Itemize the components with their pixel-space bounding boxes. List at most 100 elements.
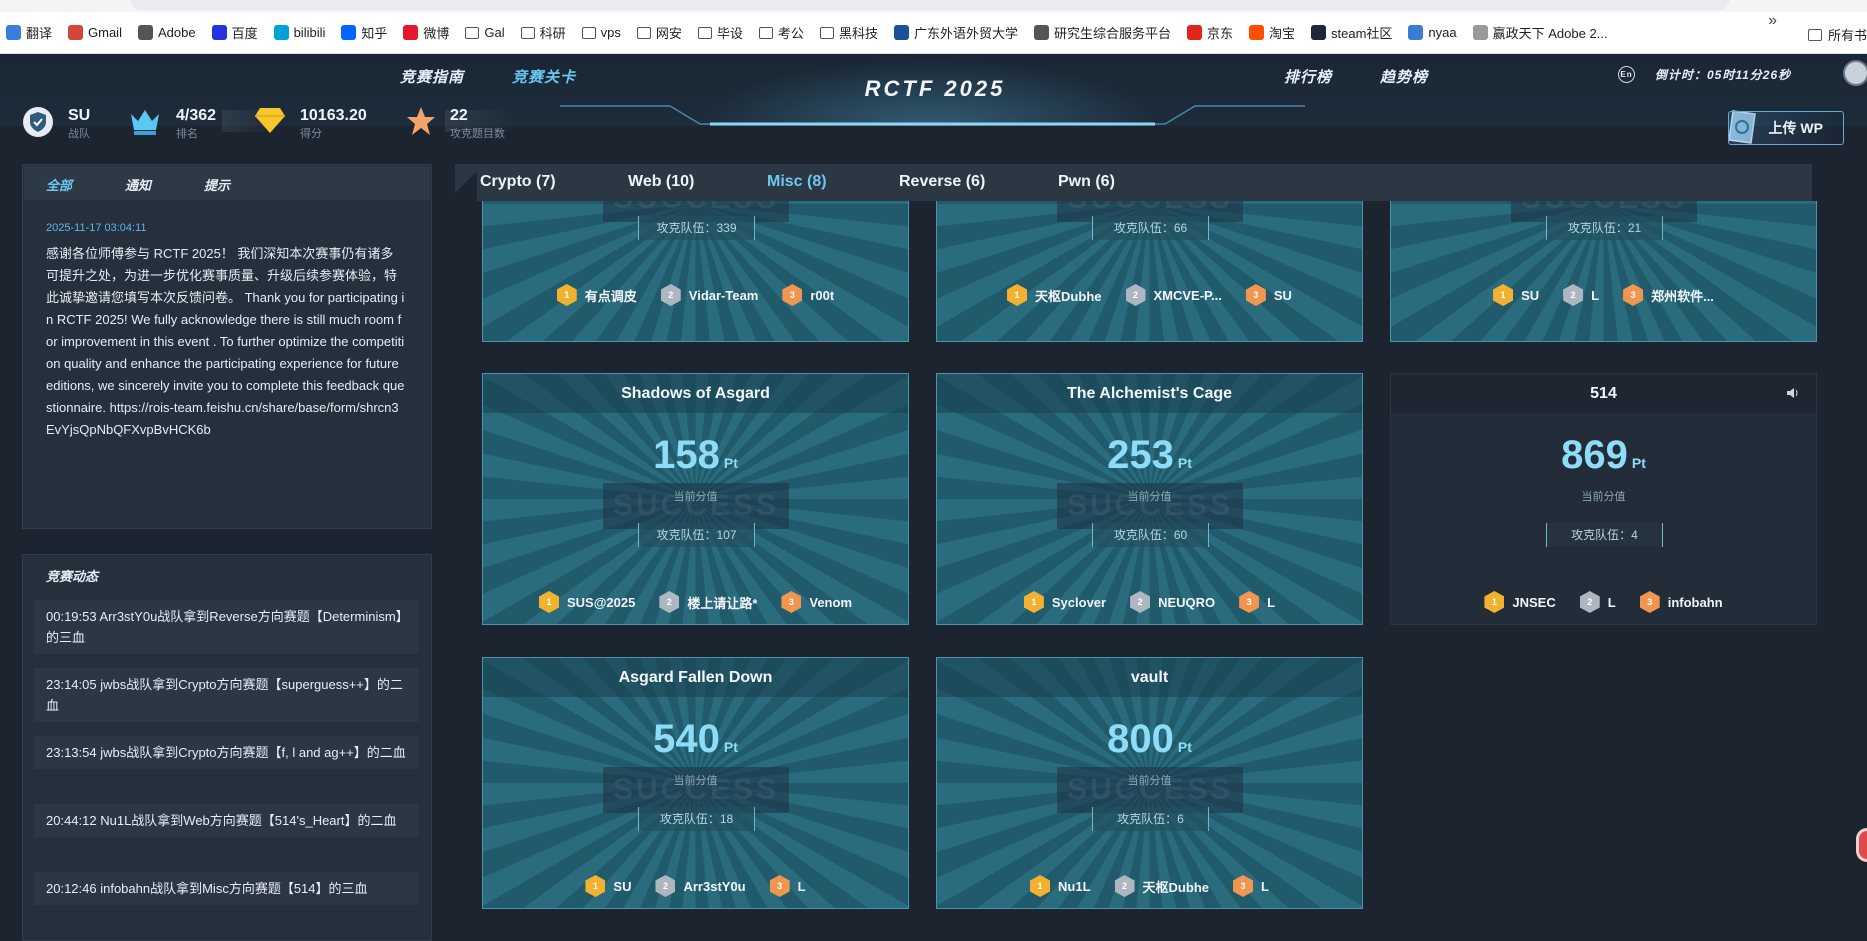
blood-team-name: Venom (809, 594, 852, 610)
bookmark-item[interactable]: 淘宝 (1249, 23, 1295, 42)
bookmark-item[interactable]: 赢政天下 Adobe 2... (1472, 23, 1608, 42)
folder-icon (819, 26, 834, 39)
bookmark-item[interactable]: Gal (465, 25, 505, 40)
score-number: 253 (1107, 433, 1174, 477)
bookmark-item[interactable]: 科研 (520, 23, 566, 42)
bookmark-item[interactable]: 黑科技 (819, 23, 878, 42)
floating-assistant-button[interactable] (1856, 828, 1867, 862)
solves-prefix: 攻克队伍： (656, 221, 717, 235)
blood-list: 1 SU 2 Arr3stY0u 3 L (483, 875, 908, 897)
bookmark-item[interactable]: 微博 (403, 23, 449, 42)
blood-team-name: SU (1521, 287, 1540, 303)
bookmark-item[interactable]: Gmail (68, 25, 122, 40)
tab-crypto[interactable]: Crypto (7) (480, 173, 556, 191)
tab-hints[interactable]: 提示 (204, 175, 230, 194)
solves-prefix: 攻克队伍： (656, 528, 717, 542)
challenge-card[interactable]: Asgard Fallen Down 540 Pt SUCCESS 当前分值 攻克队伍：1… (482, 657, 909, 909)
bookmark-item[interactable]: 知乎 (341, 23, 387, 42)
translate-icon (6, 25, 21, 40)
current-score-label: 当前分值 (673, 491, 718, 503)
bookmark-item[interactable]: 百度 (211, 23, 258, 42)
bookmark-item[interactable]: 翻译 (6, 23, 52, 42)
challenge-title: The Alchemist's Cage (937, 374, 1362, 413)
bronze-medal-icon: 3 (1245, 284, 1266, 306)
score-number: 540 (653, 717, 720, 761)
nav-trend[interactable]: 趋势榜 (1380, 66, 1428, 87)
challenge-card[interactable]: The Alchemist's Cage 253 Pt SUCCESS 当前分值 攻克队伍… (936, 373, 1363, 625)
rank-label: 排名 (176, 128, 198, 140)
university-icon (893, 25, 909, 40)
solve-count-badge: 攻克队伍：6 (1092, 807, 1209, 831)
tab-notifications[interactable]: 通知 (125, 175, 151, 194)
language-toggle-icon[interactable]: En (1618, 66, 1635, 83)
bookmark-item[interactable]: 毕设 (697, 23, 743, 42)
tab-pwn[interactable]: Pwn (6) (1058, 173, 1115, 191)
current-score-label: 当前分值 (1127, 775, 1172, 787)
bookmark-label: 黑科技 (838, 26, 878, 41)
gold-medal-icon: 1 (556, 284, 577, 306)
bronze-medal-icon: 3 (1233, 875, 1253, 897)
blood-team: 1 SU (585, 875, 631, 897)
blood-team-name: Arr3stY0u (683, 878, 746, 894)
upload-wp-button[interactable]: 上传 WP (1728, 111, 1844, 145)
blood-team: 2L (1563, 284, 1599, 306)
challenge-title: 514 (1391, 374, 1816, 413)
bookmark-label: steam社区 (1331, 26, 1393, 41)
current-score-label: 当前分值 (1581, 491, 1626, 503)
dynamics-title: 竞赛动态 (46, 569, 99, 584)
points-unit: Pt (1177, 739, 1192, 755)
nav-leaderboard[interactable]: 排行榜 (1284, 66, 1332, 87)
bookmark-item[interactable]: 网安 (636, 23, 682, 42)
blood-team-name: Vidar-Team (688, 287, 759, 303)
bookmark-item[interactable]: Adobe (137, 25, 196, 40)
gold-medal-icon: 1 (1484, 591, 1505, 613)
bookmark-item[interactable]: 广东外语外贸大学 (893, 23, 1018, 42)
bookmark-item[interactable]: vps (581, 25, 621, 40)
bookmark-item[interactable]: nyaa (1408, 25, 1457, 40)
bookmark-item[interactable]: steam社区 (1311, 23, 1392, 42)
gold-medal-icon: 1 (585, 875, 606, 897)
bookmark-item[interactable]: bilibili (273, 25, 325, 40)
notice-body: 感谢各位师傅参与 RCTF 2025！ 我们深知本次赛事仍有诸多可提升之处，为进… (46, 246, 405, 437)
nyaa-icon (1408, 25, 1424, 40)
folder-icon (520, 26, 535, 39)
user-avatar[interactable] (1843, 60, 1867, 86)
bookmarks-bar: 翻译 Gmail Adobe 百度 bilibili 知乎 微博 Gal 科研 vps 网安 毕设 考公… (0, 12, 1867, 54)
bookmark-label: Gal (484, 25, 505, 40)
challenge-card[interactable]: 514869PtSUCCESS当前分值攻克队伍：41JNSEC2L3infoba… (1390, 373, 1817, 625)
bookmark-label: 研究生综合服务平台 (1053, 26, 1171, 41)
nav-guide[interactable]: 竞赛指南 (400, 66, 464, 87)
bronze-medal-icon: 3 (781, 591, 802, 613)
bookmarks-overflow-button[interactable]: » (1768, 12, 1777, 30)
bookmark-label: Gmail (88, 25, 122, 40)
blood-team: 2 天枢Dubhe (1114, 875, 1209, 897)
blood-team-name: L (1261, 878, 1269, 894)
nav-challenges[interactable]: 竞赛关卡 (512, 66, 576, 87)
bookmark-item[interactable]: 京东 (1186, 23, 1233, 42)
tab-reverse[interactable]: Reverse (6) (899, 173, 985, 191)
tab-misc[interactable]: Misc (8) (767, 173, 827, 191)
address-bar[interactable] (130, 0, 1730, 10)
bookmark-item[interactable]: 考公 (758, 23, 804, 42)
blood-team-name: XMCVE-P... (1153, 287, 1222, 303)
bookmark-label: 科研 (539, 26, 566, 41)
bronze-medal-icon: 3 (1623, 284, 1644, 306)
solves-count: 4 (1631, 528, 1638, 542)
blood-team: 1 SUS@2025 (538, 591, 635, 613)
silver-medal-icon: 2 (1563, 284, 1584, 306)
gold-medal-icon: 1 (1023, 591, 1044, 613)
tab-web[interactable]: Web (10) (628, 173, 694, 191)
challenge-card[interactable]: Shadows of Asgard 158 Pt SUCCESS 当前分值 攻克队伍：10… (482, 373, 909, 625)
score-label: 得分 (300, 128, 322, 140)
tab-all[interactable]: 全部 (46, 175, 72, 194)
team-name-label: 战队 (68, 128, 90, 140)
bookmark-item[interactable]: 研究生综合服务平台 (1033, 23, 1171, 42)
challenge-card[interactable]: vault 800 Pt SUCCESS 当前分值 攻克队伍：6 1 Nu1L 2 天枢Dubhe… (936, 657, 1363, 909)
blood-team: 1 JNSEC (1484, 591, 1556, 613)
solve-count-badge: 攻克队伍：18 (638, 807, 755, 831)
bookmark-label: 毕设 (716, 26, 743, 41)
all-bookmarks-button[interactable]: 所有书 (1807, 25, 1867, 44)
bronze-medal-icon: 3 (782, 284, 803, 306)
bookmark-label: 知乎 (361, 26, 388, 41)
speaker-icon[interactable] (1786, 386, 1800, 400)
